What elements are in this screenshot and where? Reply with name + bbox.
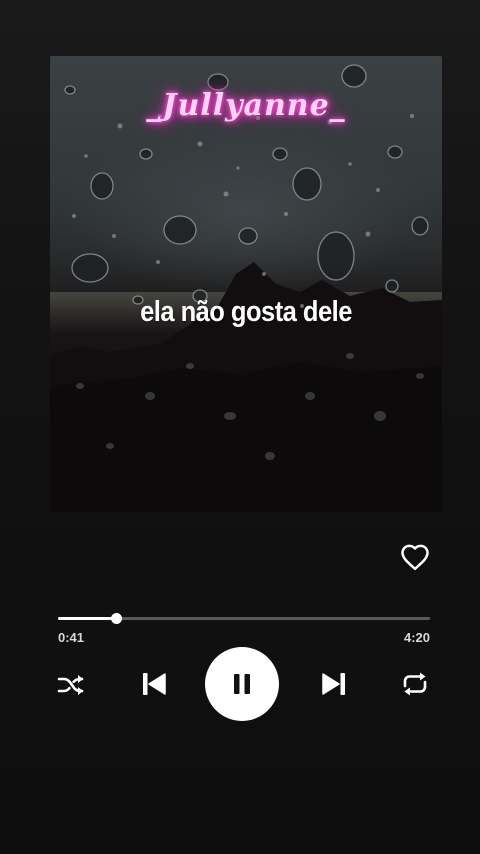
rain-drops xyxy=(64,64,429,460)
shuffle-button[interactable] xyxy=(54,668,88,702)
repeat-button[interactable] xyxy=(397,667,433,701)
next-button[interactable] xyxy=(316,666,352,702)
like-button[interactable] xyxy=(398,540,432,574)
elapsed-time: 0:41 xyxy=(58,630,85,645)
total-duration: 4:20 xyxy=(403,630,430,645)
progress-thumb[interactable] xyxy=(111,613,123,624)
lyric-caption: ela não gosta dele xyxy=(140,296,352,328)
heart-outline-icon xyxy=(401,544,429,571)
album-artwork: _Jullyanne_ ela não gosta dele xyxy=(50,56,442,512)
player-screen: _Jullyanne_ ela não gosta dele 0:41 4:20 xyxy=(0,0,480,854)
skip-next-icon xyxy=(322,673,345,695)
previous-button[interactable] xyxy=(136,666,172,702)
repeat-icon xyxy=(403,672,427,696)
pause-icon xyxy=(234,674,250,694)
shuffle-icon xyxy=(57,675,84,695)
pause-button[interactable] xyxy=(205,647,279,721)
skip-previous-icon xyxy=(143,673,166,695)
progress-bar[interactable] xyxy=(58,612,430,626)
watermark-text: _Jullyanne_ xyxy=(146,88,346,123)
progress-fill xyxy=(58,617,117,620)
